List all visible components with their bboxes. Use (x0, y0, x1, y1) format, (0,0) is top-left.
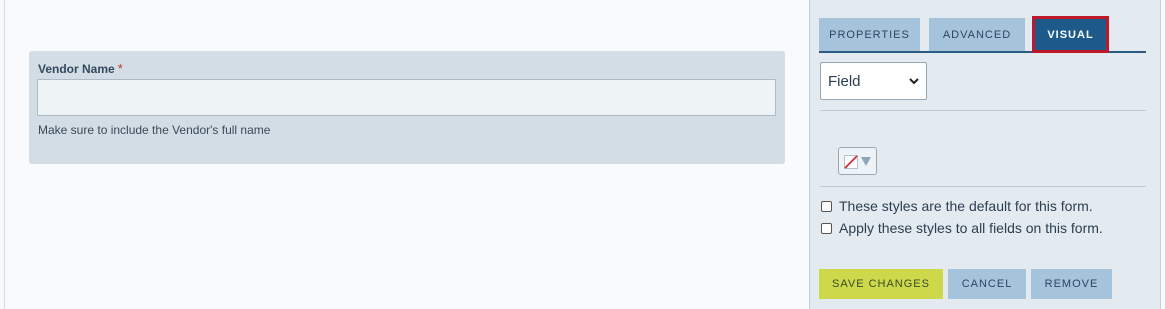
tab-properties[interactable]: PROPERTIES (819, 18, 920, 51)
tab-visual[interactable]: VISUAL (1032, 16, 1109, 53)
field-label: Vendor Name * (38, 61, 123, 76)
color-picker-button[interactable] (838, 147, 877, 175)
field-help-text: Make sure to include the Vendor's full n… (38, 123, 271, 137)
default-styles-label: These styles are the default for this fo… (839, 198, 1093, 214)
apply-all-fields-label: Apply these styles to all fields on this… (839, 220, 1103, 236)
cancel-button[interactable]: CANCEL (948, 269, 1026, 299)
caret-down-icon (861, 157, 871, 166)
panel-tabs: PROPERTIES ADVANCED VISUAL (819, 16, 1146, 53)
default-styles-checkbox[interactable] (821, 200, 832, 212)
form-canvas: Vendor Name * Make sure to include the Ve… (4, 0, 809, 309)
tab-advanced[interactable]: ADVANCED (929, 18, 1025, 51)
remove-button[interactable]: REMOVE (1031, 269, 1112, 299)
divider (820, 186, 1146, 187)
vendor-name-field-card[interactable]: Vendor Name * Make sure to include the Ve… (29, 51, 785, 164)
vendor-name-input[interactable] (37, 79, 776, 116)
divider (820, 110, 1146, 111)
save-changes-button[interactable]: SAVE CHANGES (819, 269, 943, 299)
apply-all-fields-option[interactable]: Apply these styles to all fields on this… (821, 219, 1103, 237)
properties-panel: PROPERTIES ADVANCED VISUAL Field These s… (809, 0, 1161, 309)
style-target-value: Field (828, 72, 861, 90)
required-marker: * (117, 61, 123, 76)
apply-all-fields-checkbox[interactable] (821, 222, 832, 234)
chevron-down-icon (909, 78, 919, 85)
field-label-text: Vendor Name (38, 62, 115, 76)
no-color-icon (844, 155, 858, 169)
form-editor: Vendor Name * Make sure to include the Ve… (0, 0, 1165, 309)
style-target-select[interactable]: Field (820, 62, 927, 100)
default-styles-option[interactable]: These styles are the default for this fo… (821, 197, 1093, 215)
